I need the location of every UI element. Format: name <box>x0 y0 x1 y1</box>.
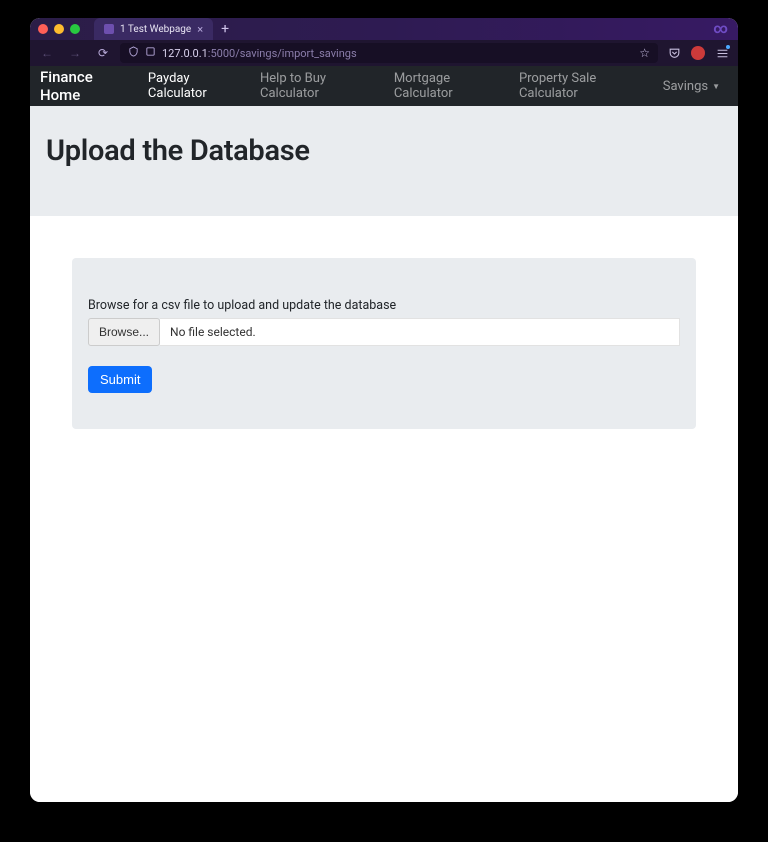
tab-title: 1 Test Webpage <box>120 24 191 35</box>
url-host: 127.0.0.1 <box>162 47 208 60</box>
browser-titlebar: 1 Test Webpage × + ∞ <box>30 18 738 40</box>
url-text: 127.0.0.1:5000/savings/import_savings <box>162 47 633 60</box>
site-navbar: Finance Home Payday Calculator Help to B… <box>30 66 738 106</box>
url-path: :5000/savings/import_savings <box>208 47 357 60</box>
file-status-text: No file selected. <box>160 318 680 346</box>
upload-panel: Browse for a csv file to upload and upda… <box>72 258 696 429</box>
site-info-icon[interactable] <box>145 46 156 60</box>
page-content: Browse for a csv file to upload and upda… <box>30 216 738 802</box>
file-input-row: Browse... No file selected. <box>88 318 680 346</box>
nav-savings-label: Savings <box>663 79 708 94</box>
page-title: Upload the Database <box>46 134 722 168</box>
browser-toolbar: ← → ⟳ 127.0.0.1:5000/savings/import_savi… <box>30 40 738 66</box>
browser-window: 1 Test Webpage × + ∞ ← → ⟳ 127.0.0.1:500… <box>30 18 738 802</box>
browse-button[interactable]: Browse... <box>88 318 160 346</box>
url-bar[interactable]: 127.0.0.1:5000/savings/import_savings ☆ <box>120 43 658 63</box>
chevron-down-icon: ▼ <box>712 82 720 91</box>
new-tab-button[interactable]: + <box>221 21 229 37</box>
back-button[interactable]: ← <box>36 42 58 64</box>
nav-savings-dropdown[interactable]: Savings ▼ <box>655 66 728 106</box>
page-hero: Upload the Database <box>30 106 738 216</box>
nav-payday-calculator[interactable]: Payday Calculator <box>140 66 248 106</box>
extension-icon[interactable] <box>688 43 708 63</box>
nav-mortgage[interactable]: Mortgage Calculator <box>386 66 507 106</box>
window-controls <box>38 24 80 34</box>
browser-tab[interactable]: 1 Test Webpage × <box>94 18 213 40</box>
hamburger-menu-icon[interactable] <box>712 43 732 63</box>
tab-strip: 1 Test Webpage × + <box>94 18 229 40</box>
bookmark-star-icon[interactable]: ☆ <box>639 46 650 60</box>
file-input-label: Browse for a csv file to upload and upda… <box>88 298 680 313</box>
shield-icon[interactable] <box>128 46 139 60</box>
toolbar-right <box>664 43 732 63</box>
reload-button[interactable]: ⟳ <box>92 42 114 64</box>
maximize-window-icon[interactable] <box>70 24 80 34</box>
navbar-brand[interactable]: Finance Home <box>40 68 126 104</box>
tab-favicon-icon <box>104 24 114 34</box>
save-pocket-icon[interactable] <box>664 43 684 63</box>
forward-button[interactable]: → <box>64 42 86 64</box>
submit-button[interactable]: Submit <box>88 366 152 393</box>
nav-help-to-buy[interactable]: Help to Buy Calculator <box>252 66 382 106</box>
tab-close-icon[interactable]: × <box>197 23 203 36</box>
nav-property-sale[interactable]: Property Sale Calculator <box>511 66 651 106</box>
minimize-window-icon[interactable] <box>54 24 64 34</box>
close-window-icon[interactable] <box>38 24 48 34</box>
browser-logo-icon: ∞ <box>713 21 728 37</box>
